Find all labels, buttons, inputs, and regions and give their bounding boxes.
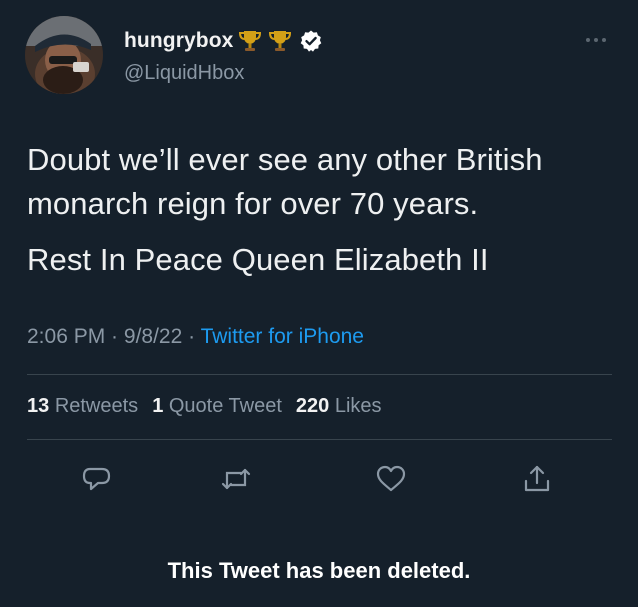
avatar-image (25, 16, 103, 94)
quotes-label: Quote Tweet (168, 395, 282, 417)
retweets-label: Retweets (54, 395, 139, 417)
likes-count: 220 (295, 395, 330, 417)
avatar[interactable] (25, 16, 103, 94)
tweet-text: Doubt we’ll ever see any other British m… (27, 138, 617, 282)
retweets-stat[interactable]: 13 Retweets (27, 395, 138, 417)
meta-separator: · (105, 325, 124, 348)
tweet-card: hungrybox @LiquidHbox Doubt we’ll ever s… (0, 0, 638, 607)
divider (27, 374, 612, 375)
meta-separator: · (182, 325, 201, 348)
trophy-icon (239, 31, 262, 51)
retweet-icon[interactable] (219, 462, 253, 496)
likes-stat[interactable]: 220 Likes (296, 395, 382, 417)
share-icon[interactable] (520, 462, 554, 496)
tweet-source-link[interactable]: Twitter for iPhone (201, 325, 364, 348)
deleted-notice: This Tweet has been deleted. (167, 558, 471, 583)
tweet-time[interactable]: 2:06 PM (27, 325, 105, 348)
likes-label: Likes (334, 395, 382, 417)
display-name[interactable]: hungrybox (124, 29, 233, 53)
tweet-stats: 13 Retweets 1 Quote Tweet 220 Likes (27, 395, 382, 418)
user-handle[interactable]: @LiquidHbox (124, 62, 244, 85)
verified-icon (301, 30, 322, 52)
tweet-text-line: Rest In Peace Queen Elizabeth II (27, 242, 489, 277)
tweet-text-line: Doubt we’ll ever see any other British m… (27, 142, 543, 221)
divider (27, 439, 612, 440)
retweets-count: 13 (27, 395, 50, 417)
trophy-icon (269, 31, 292, 51)
quotes-count: 1 (152, 395, 164, 417)
like-icon[interactable] (374, 462, 408, 496)
display-name-row: hungrybox (124, 28, 323, 54)
more-options-icon[interactable] (582, 33, 610, 47)
tweet-date[interactable]: 9/8/22 (124, 325, 182, 348)
tweet-meta: 2:06 PM · 9/8/22 · Twitter for iPhone (27, 325, 364, 349)
quotes-stat[interactable]: 1 Quote Tweet (152, 395, 282, 417)
reply-icon[interactable] (80, 462, 114, 496)
